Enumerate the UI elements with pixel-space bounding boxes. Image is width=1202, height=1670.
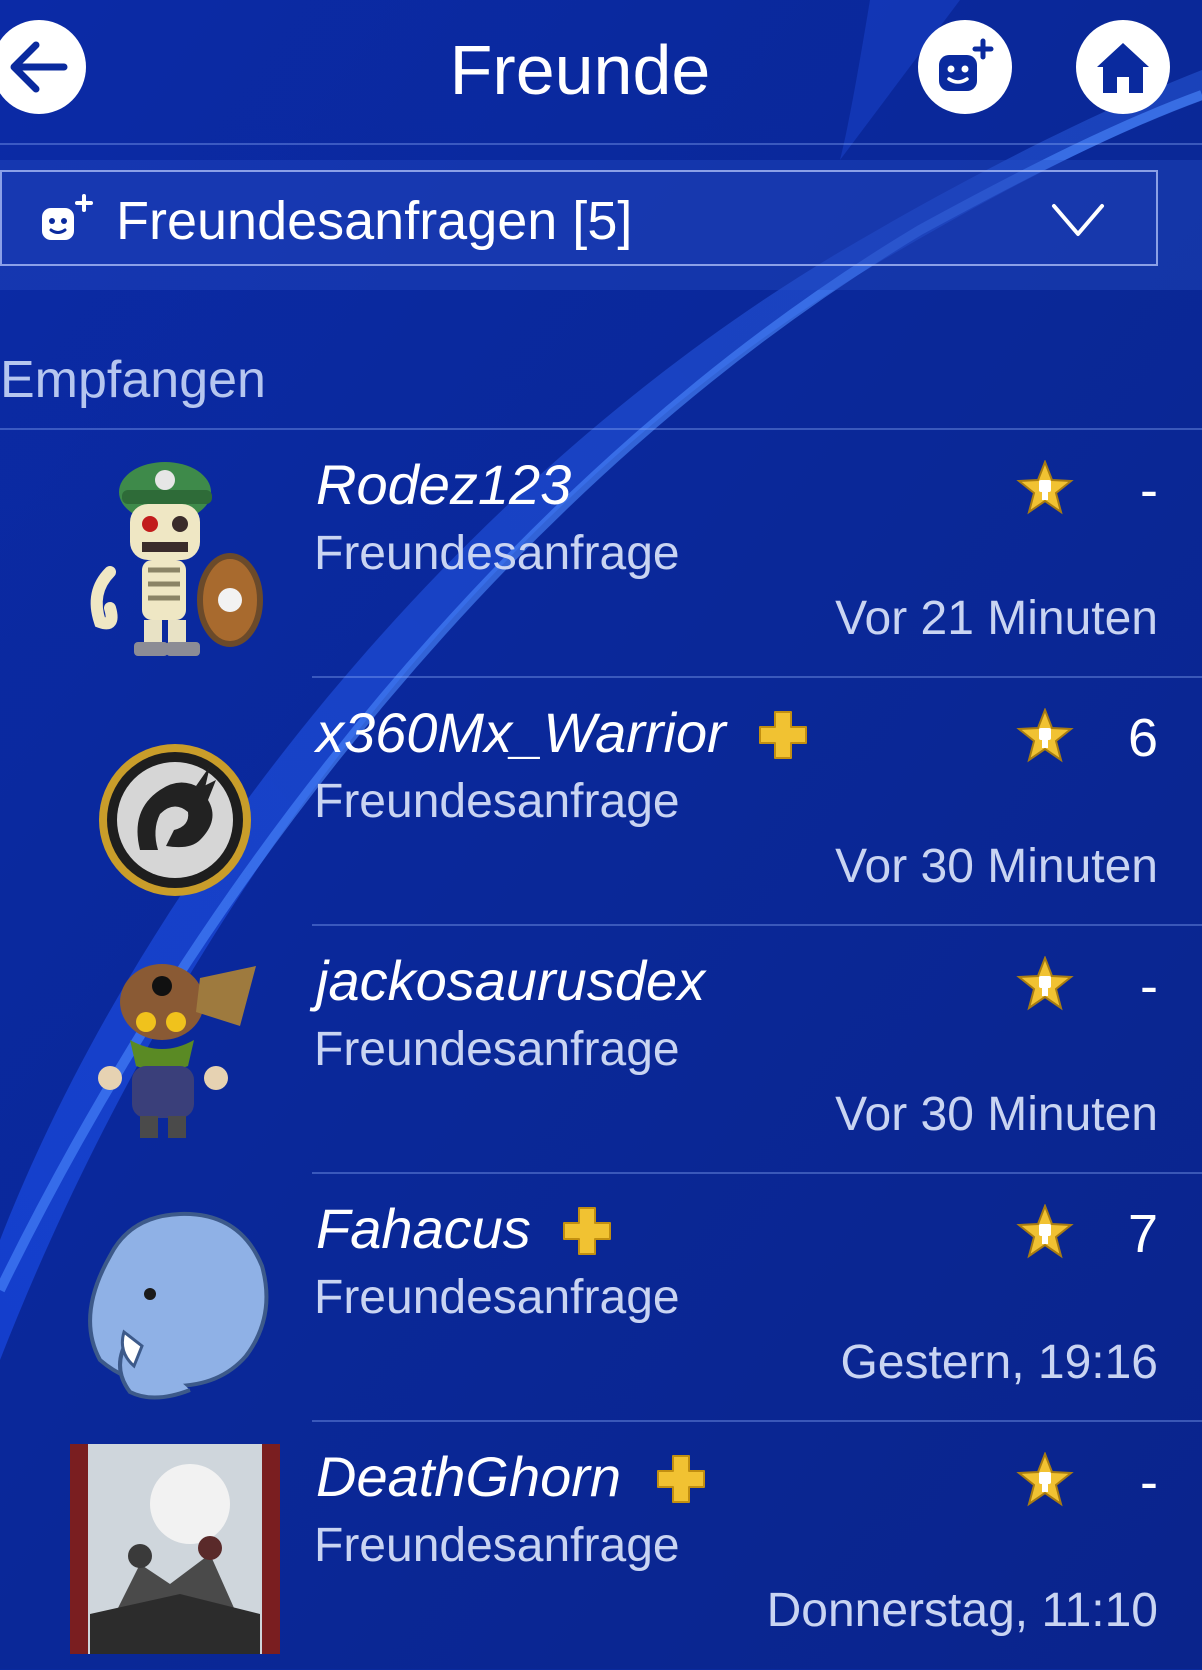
avatar-game-art (70, 1444, 280, 1654)
request-time: Vor 30 Minuten (835, 1088, 1158, 1141)
friend-requests-label: Freundesanfragen [5] (116, 191, 633, 251)
trophy-icon (1016, 956, 1074, 1011)
trophy-level: - (1140, 460, 1158, 520)
friend-name: Rodez123 (316, 453, 572, 516)
avatar-dragon-emblem (99, 744, 251, 896)
friend-status: Freundesanfrage (314, 775, 680, 828)
top-bar: Freunde (0, 0, 1202, 144)
request-time: Donnerstag, 11:10 (766, 1584, 1158, 1637)
add-friend-icon (42, 194, 93, 240)
friend-status: Freundesanfrage (314, 1519, 680, 1572)
avatar-sackboy-costume (98, 964, 256, 1138)
avatar-elephant (88, 1211, 269, 1400)
friend-name: jackosaurusdex (316, 949, 706, 1012)
list-item[interactable]: Fahacus Freundesanfrage Gestern, 19:16 7 (0, 1174, 1202, 1422)
list-item[interactable]: jackosaurusdex Freundesanfrage Vor 30 Mi… (0, 926, 1202, 1174)
request-time: Gestern, 19:16 (840, 1336, 1158, 1389)
ps-plus-icon (563, 1207, 611, 1255)
trophy-icon (1016, 1452, 1074, 1507)
section-received: Empfangen (0, 351, 266, 409)
trophy-level: 6 (1127, 708, 1158, 768)
friend-status: Freundesanfrage (314, 1023, 680, 1076)
friend-name: Fahacus (316, 1197, 531, 1260)
request-time: Vor 30 Minuten (835, 840, 1158, 893)
ps-plus-icon (759, 711, 807, 759)
friend-name: DeathGhorn (316, 1445, 622, 1508)
trophy-icon (1016, 1204, 1074, 1259)
request-time: Vor 21 Minuten (835, 592, 1158, 645)
friend-requests-dropdown[interactable]: Freundesanfragen [5] (0, 170, 1158, 266)
trophy-level: - (1140, 1452, 1158, 1512)
list-item[interactable]: x360Mx_Warrior Freundesanfrage Vor 30 Mi… (0, 678, 1202, 926)
trophy-level: 7 (1127, 1204, 1158, 1264)
ps-plus-icon (657, 1455, 705, 1503)
friend-name: x360Mx_Warrior (316, 701, 726, 764)
trophy-level: - (1140, 956, 1158, 1016)
header-divider (0, 143, 1202, 145)
home-button[interactable] (1076, 20, 1170, 114)
add-friend-icon (939, 38, 994, 91)
avatar-skeleton-warrior (90, 462, 263, 656)
list-item[interactable]: Rodez123 Freundesanfrage Vor 21 Minuten … (0, 430, 1202, 678)
home-icon (1097, 43, 1149, 93)
friend-status: Freundesanfrage (314, 527, 680, 580)
friend-status: Freundesanfrage (314, 1271, 680, 1324)
add-friend-button[interactable] (918, 20, 1012, 114)
list-item[interactable]: DeathGhorn Freundesanfrage Donnerstag, 1… (0, 1422, 1202, 1670)
chevron-down-icon (1052, 204, 1104, 236)
trophy-icon (1016, 708, 1074, 763)
trophy-icon (1016, 460, 1074, 515)
